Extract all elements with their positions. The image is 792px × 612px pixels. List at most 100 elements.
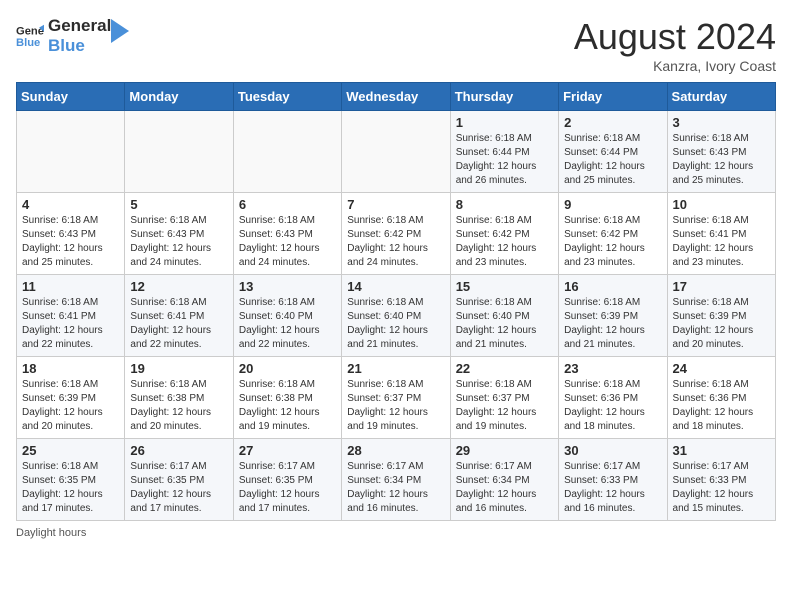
- logo-text-general: General: [48, 16, 111, 36]
- day-number: 22: [456, 361, 553, 376]
- day-number: 12: [130, 279, 227, 294]
- calendar-day-cell: 25 Sunrise: 6:18 AMSunset: 6:35 PMDayligh…: [17, 439, 125, 521]
- day-number: 8: [456, 197, 553, 212]
- day-number: 3: [673, 115, 770, 130]
- day-info: Sunrise: 6:17 AMSunset: 6:35 PMDaylight:…: [130, 460, 227, 516]
- footer-note: Daylight hours: [16, 527, 776, 539]
- day-number: 18: [22, 361, 119, 376]
- day-info: Sunrise: 6:18 AMSunset: 6:40 PMDaylight:…: [456, 296, 553, 352]
- logo-arrow-icon: [111, 19, 129, 47]
- calendar-day-cell: 24 Sunrise: 6:18 AMSunset: 6:36 PMDayligh…: [667, 357, 775, 439]
- calendar-day-cell: 7 Sunrise: 6:18 AMSunset: 6:42 PMDaylight…: [342, 193, 450, 275]
- day-number: 27: [239, 443, 336, 458]
- calendar-day-cell: 3 Sunrise: 6:18 AMSunset: 6:43 PMDaylight…: [667, 111, 775, 193]
- day-info: Sunrise: 6:18 AMSunset: 6:43 PMDaylight:…: [22, 214, 119, 270]
- day-info: Sunrise: 6:18 AMSunset: 6:36 PMDaylight:…: [564, 378, 661, 434]
- calendar-week-row: 1 Sunrise: 6:18 AMSunset: 6:44 PMDaylight…: [17, 111, 776, 193]
- day-info: Sunrise: 6:18 AMSunset: 6:42 PMDaylight:…: [456, 214, 553, 270]
- calendar-day-cell: 9Sunrise: 6:18 AMSunset: 6:42 PMDaylight…: [559, 193, 667, 275]
- calendar-day-cell: 13Sunrise: 6:18 AMSunset: 6:40 PMDayligh…: [233, 275, 341, 357]
- calendar-week-row: 18Sunrise: 6:18 AMSunset: 6:39 PMDayligh…: [17, 357, 776, 439]
- calendar-day-cell: 22 Sunrise: 6:18 AMSunset: 6:37 PMDayligh…: [450, 357, 558, 439]
- day-info: Sunrise: 6:18 AMSunset: 6:43 PMDaylight:…: [130, 214, 227, 270]
- calendar-day-header: Monday: [125, 83, 233, 111]
- calendar-header-row: SundayMondayTuesdayWednesdayThursdayFrid…: [17, 83, 776, 111]
- day-number: 15: [456, 279, 553, 294]
- day-info: Sunrise: 6:17 AMSunset: 6:34 PMDaylight:…: [347, 460, 444, 516]
- calendar-day-cell: 19Sunrise: 6:18 AMSunset: 6:38 PMDayligh…: [125, 357, 233, 439]
- calendar-day-cell: 2Sunrise: 6:18 AMSunset: 6:44 PMDaylight…: [559, 111, 667, 193]
- day-info: Sunrise: 6:18 AMSunset: 6:41 PMDaylight:…: [22, 296, 119, 352]
- calendar-day-cell: [17, 111, 125, 193]
- day-number: 11: [22, 279, 119, 294]
- day-info: Sunrise: 6:17 AMSunset: 6:33 PMDaylight:…: [564, 460, 661, 516]
- day-info: Sunrise: 6:18 AMSunset: 6:42 PMDaylight:…: [347, 214, 444, 270]
- calendar-week-row: 11 Sunrise: 6:18 AMSunset: 6:41 PMDayligh…: [17, 275, 776, 357]
- logo-text-blue: Blue: [48, 36, 111, 56]
- calendar-day-cell: 4Sunrise: 6:18 AMSunset: 6:43 PMDaylight…: [17, 193, 125, 275]
- calendar-day-cell: 18Sunrise: 6:18 AMSunset: 6:39 PMDayligh…: [17, 357, 125, 439]
- day-number: 21: [347, 361, 444, 376]
- calendar-day-header: Thursday: [450, 83, 558, 111]
- day-number: 24: [673, 361, 770, 376]
- calendar-day-cell: 5 Sunrise: 6:18 AMSunset: 6:43 PMDaylight…: [125, 193, 233, 275]
- calendar-day-header: Saturday: [667, 83, 775, 111]
- calendar-day-cell: 31Sunrise: 6:17 AMSunset: 6:33 PMDayligh…: [667, 439, 775, 521]
- calendar-day-cell: 30 Sunrise: 6:17 AMSunset: 6:33 PMDayligh…: [559, 439, 667, 521]
- calendar-day-cell: 26 Sunrise: 6:17 AMSunset: 6:35 PMDayligh…: [125, 439, 233, 521]
- calendar-day-cell: [233, 111, 341, 193]
- calendar-day-cell: 29 Sunrise: 6:17 AMSunset: 6:34 PMDayligh…: [450, 439, 558, 521]
- day-number: 1: [456, 115, 553, 130]
- day-info: Sunrise: 6:18 AMSunset: 6:40 PMDaylight:…: [239, 296, 336, 352]
- day-number: 29: [456, 443, 553, 458]
- calendar-day-cell: 10Sunrise: 6:18 AMSunset: 6:41 PMDayligh…: [667, 193, 775, 275]
- day-number: 16: [564, 279, 661, 294]
- calendar-table: SundayMondayTuesdayWednesdayThursdayFrid…: [16, 82, 776, 521]
- day-number: 17: [673, 279, 770, 294]
- page-header: General Blue General Blue August 2024 Ka…: [16, 16, 776, 74]
- location-label: Kanzra, Ivory Coast: [574, 58, 776, 74]
- day-number: 28: [347, 443, 444, 458]
- calendar-day-cell: 20 Sunrise: 6:18 AMSunset: 6:38 PMDayligh…: [233, 357, 341, 439]
- calendar-day-cell: 12 Sunrise: 6:18 AMSunset: 6:41 PMDayligh…: [125, 275, 233, 357]
- day-info: Sunrise: 6:17 AMSunset: 6:34 PMDaylight:…: [456, 460, 553, 516]
- day-number: 14: [347, 279, 444, 294]
- day-number: 23: [564, 361, 661, 376]
- calendar-day-header: Tuesday: [233, 83, 341, 111]
- title-area: August 2024 Kanzra, Ivory Coast: [574, 16, 776, 74]
- day-number: 30: [564, 443, 661, 458]
- month-year-title: August 2024: [574, 16, 776, 58]
- day-info: Sunrise: 6:17 AMSunset: 6:35 PMDaylight:…: [239, 460, 336, 516]
- day-info: Sunrise: 6:18 AMSunset: 6:41 PMDaylight:…: [673, 214, 770, 270]
- day-info: Sunrise: 6:18 AMSunset: 6:38 PMDaylight:…: [239, 378, 336, 434]
- calendar-day-cell: [342, 111, 450, 193]
- day-info: Sunrise: 6:18 AMSunset: 6:44 PMDaylight:…: [456, 132, 553, 188]
- calendar-day-cell: 27 Sunrise: 6:17 AMSunset: 6:35 PMDayligh…: [233, 439, 341, 521]
- day-info: Sunrise: 6:18 AMSunset: 6:43 PMDaylight:…: [673, 132, 770, 188]
- day-number: 26: [130, 443, 227, 458]
- day-info: Sunrise: 6:18 AMSunset: 6:36 PMDaylight:…: [673, 378, 770, 434]
- day-number: 5: [130, 197, 227, 212]
- calendar-day-header: Sunday: [17, 83, 125, 111]
- day-number: 25: [22, 443, 119, 458]
- day-number: 9: [564, 197, 661, 212]
- calendar-day-header: Wednesday: [342, 83, 450, 111]
- calendar-week-row: 25 Sunrise: 6:18 AMSunset: 6:35 PMDayligh…: [17, 439, 776, 521]
- calendar-day-cell: [125, 111, 233, 193]
- calendar-day-cell: 14 Sunrise: 6:18 AMSunset: 6:40 PMDayligh…: [342, 275, 450, 357]
- calendar-day-cell: 16Sunrise: 6:18 AMSunset: 6:39 PMDayligh…: [559, 275, 667, 357]
- day-number: 20: [239, 361, 336, 376]
- day-number: 7: [347, 197, 444, 212]
- day-info: Sunrise: 6:18 AMSunset: 6:37 PMDaylight:…: [347, 378, 444, 434]
- svg-text:Blue: Blue: [16, 37, 40, 49]
- day-info: Sunrise: 6:18 AMSunset: 6:35 PMDaylight:…: [22, 460, 119, 516]
- day-info: Sunrise: 6:17 AMSunset: 6:33 PMDaylight:…: [673, 460, 770, 516]
- day-info: Sunrise: 6:18 AMSunset: 6:37 PMDaylight:…: [456, 378, 553, 434]
- day-info: Sunrise: 6:18 AMSunset: 6:41 PMDaylight:…: [130, 296, 227, 352]
- day-info: Sunrise: 6:18 AMSunset: 6:39 PMDaylight:…: [673, 296, 770, 352]
- day-number: 6: [239, 197, 336, 212]
- calendar-day-cell: 1 Sunrise: 6:18 AMSunset: 6:44 PMDaylight…: [450, 111, 558, 193]
- day-number: 19: [130, 361, 227, 376]
- calendar-day-cell: 8 Sunrise: 6:18 AMSunset: 6:42 PMDaylight…: [450, 193, 558, 275]
- day-info: Sunrise: 6:18 AMSunset: 6:40 PMDaylight:…: [347, 296, 444, 352]
